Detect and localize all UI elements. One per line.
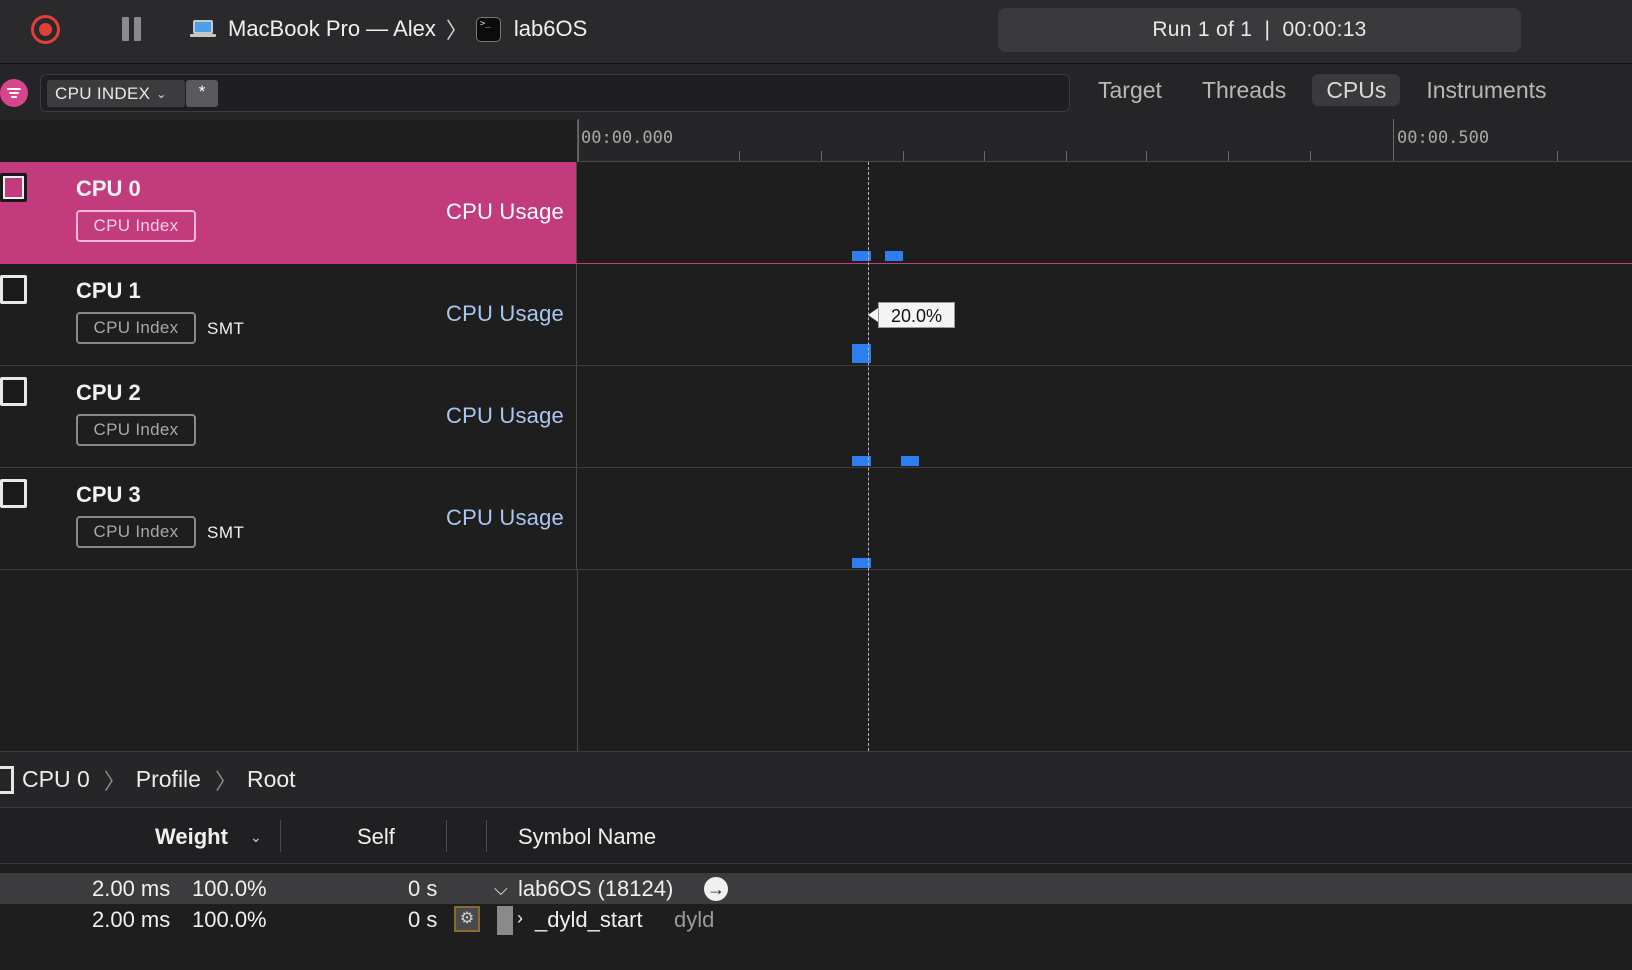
track-lane[interactable] bbox=[577, 162, 1632, 263]
track-checkbox[interactable] bbox=[0, 275, 27, 304]
track-name: CPU 1 bbox=[76, 278, 141, 303]
cpu-index-tag: CPU Index bbox=[76, 414, 196, 446]
track-usage-label: CPU Usage bbox=[446, 301, 564, 326]
track-header[interactable]: CPU 1 CPU Index SMT CPU Usage bbox=[0, 264, 577, 365]
table-header: Weight ⌄ Self Symbol Name bbox=[0, 808, 1632, 864]
track-cpu-2[interactable]: CPU 2 CPU Index CPU Usage bbox=[0, 366, 1632, 468]
pause-button[interactable] bbox=[122, 17, 142, 41]
pause-icon bbox=[122, 17, 129, 41]
gear-icon: ⚙ bbox=[454, 906, 480, 932]
track-usage-label: CPU Usage bbox=[446, 199, 564, 224]
run-status: Run 1 of 1 | 00:00:13 bbox=[998, 8, 1521, 52]
row-self: 0 s bbox=[408, 876, 438, 901]
row-weight: 2.00 ms bbox=[92, 907, 171, 932]
tab-cpus[interactable]: CPUs bbox=[1312, 74, 1401, 106]
track-header[interactable]: CPU 0 CPU Index CPU Usage bbox=[0, 162, 577, 263]
frame-indicator bbox=[497, 906, 513, 935]
terminal-icon: >_ bbox=[475, 16, 501, 42]
track-checkbox[interactable] bbox=[0, 377, 27, 406]
detail-breadcrumb: CPU 0 〉 Profile 〉 Root bbox=[0, 751, 1632, 808]
filter-token-wildcard[interactable]: * bbox=[186, 80, 218, 107]
column-self[interactable]: Self bbox=[357, 824, 395, 850]
checkbox-icon bbox=[0, 765, 14, 794]
record-button[interactable] bbox=[31, 15, 60, 44]
breadcrumb-item-profile[interactable]: Profile bbox=[136, 766, 201, 793]
chevron-right-icon: 〉 bbox=[103, 768, 126, 794]
filter-token-label: CPU INDEX bbox=[55, 83, 151, 103]
filter-input[interactable]: CPU INDEX ⌄ * bbox=[40, 74, 1070, 112]
ruler-start-label: 00:00.000 bbox=[581, 128, 674, 148]
target-name[interactable]: lab6OS bbox=[514, 16, 587, 42]
smt-label: SMT bbox=[207, 319, 245, 338]
tab-threads[interactable]: Threads bbox=[1188, 74, 1300, 106]
cpu-index-tag: CPU Index bbox=[76, 210, 196, 242]
column-weight[interactable]: Weight bbox=[155, 824, 228, 850]
track-header[interactable]: CPU 2 CPU Index CPU Usage bbox=[0, 366, 577, 467]
filter-token[interactable]: CPU INDEX ⌄ bbox=[47, 80, 185, 107]
breadcrumb-item-cpu[interactable]: CPU 0 bbox=[22, 766, 90, 793]
cpu-index-tag: CPU Index bbox=[76, 312, 196, 344]
track-cpu-0[interactable]: CPU 0 CPU Index CPU Usage bbox=[0, 162, 1632, 264]
chevron-down-icon: ⌄ bbox=[156, 86, 167, 101]
tab-instruments[interactable]: Instruments bbox=[1412, 74, 1560, 106]
row-percent: 100.0% bbox=[192, 907, 267, 932]
laptop-icon bbox=[190, 20, 216, 38]
track-checkbox[interactable] bbox=[0, 479, 27, 508]
cpu-index-tag: CPU Index bbox=[76, 516, 196, 548]
track-name: CPU 0 bbox=[76, 176, 141, 201]
timeline-empty-area[interactable] bbox=[0, 570, 1632, 751]
row-symbol: lab6OS (18124) bbox=[518, 876, 674, 901]
track-checkbox[interactable] bbox=[0, 173, 27, 202]
record-icon bbox=[39, 23, 52, 36]
column-symbol-name[interactable]: Symbol Name bbox=[518, 824, 656, 850]
target-breadcrumb[interactable]: MacBook Pro — Alex 〉 >_ lab6OS bbox=[190, 14, 587, 44]
filter-bar: CPU INDEX ⌄ * Target Threads CPUs Instru… bbox=[0, 64, 1632, 120]
ruler-spacer bbox=[0, 120, 577, 162]
ruler-end-label: 00:00.500 bbox=[1397, 128, 1490, 148]
usage-bar bbox=[901, 456, 919, 466]
arrow-right-circle-icon[interactable]: → bbox=[704, 877, 728, 901]
row-weight: 2.00 ms bbox=[92, 876, 171, 901]
track-cpu-3[interactable]: CPU 3 CPU Index SMT CPU Usage bbox=[0, 468, 1632, 570]
table-row[interactable]: 2.00 ms 100.0% 0 s ⚙ › _dyld_start dyld bbox=[0, 904, 1632, 935]
row-self: 0 s bbox=[408, 907, 438, 932]
track-lane[interactable] bbox=[577, 366, 1632, 467]
track-usage-label: CPU Usage bbox=[446, 505, 564, 530]
row-percent: 100.0% bbox=[192, 876, 267, 901]
disclosure-down-icon[interactable]: ⌵ bbox=[494, 879, 508, 900]
tab-bar: Target Threads CPUs Instruments bbox=[1084, 74, 1573, 110]
track-name: CPU 2 bbox=[76, 380, 141, 405]
tab-target[interactable]: Target bbox=[1084, 74, 1176, 106]
track-usage-label: CPU Usage bbox=[446, 403, 564, 428]
track-header[interactable]: CPU 3 CPU Index SMT CPU Usage bbox=[0, 468, 577, 569]
device-name[interactable]: MacBook Pro — Alex bbox=[228, 16, 436, 42]
row-library: dyld bbox=[674, 907, 715, 932]
track-name: CPU 3 bbox=[76, 482, 141, 507]
track-lane[interactable] bbox=[577, 468, 1632, 569]
chevron-right-icon: 〉 bbox=[214, 768, 237, 794]
breadcrumb-item-root[interactable]: Root bbox=[247, 766, 296, 793]
inspection-cursor[interactable] bbox=[868, 162, 869, 751]
usage-bar bbox=[885, 251, 903, 261]
disclosure-right-icon[interactable]: › bbox=[517, 908, 523, 929]
toolbar: MacBook Pro — Alex 〉 >_ lab6OS Run 1 of … bbox=[0, 0, 1632, 64]
time-ruler[interactable]: 00:00.000 00:00.500 bbox=[577, 119, 1632, 162]
smt-label: SMT bbox=[207, 523, 245, 542]
filter-icon[interactable] bbox=[0, 79, 28, 107]
row-symbol: _dyld_start bbox=[535, 907, 643, 932]
track-cpu-1[interactable]: CPU 1 CPU Index SMT CPU Usage bbox=[0, 264, 1632, 366]
sort-chevron-icon[interactable]: ⌄ bbox=[250, 829, 262, 846]
value-tooltip: 20.0% bbox=[868, 302, 955, 328]
chevron-right-icon: 〉 bbox=[445, 18, 468, 43]
track-lane[interactable] bbox=[577, 264, 1632, 365]
table-row[interactable]: 2.00 ms 100.0% 0 s ⌵ lab6OS (18124) → bbox=[0, 873, 1632, 904]
